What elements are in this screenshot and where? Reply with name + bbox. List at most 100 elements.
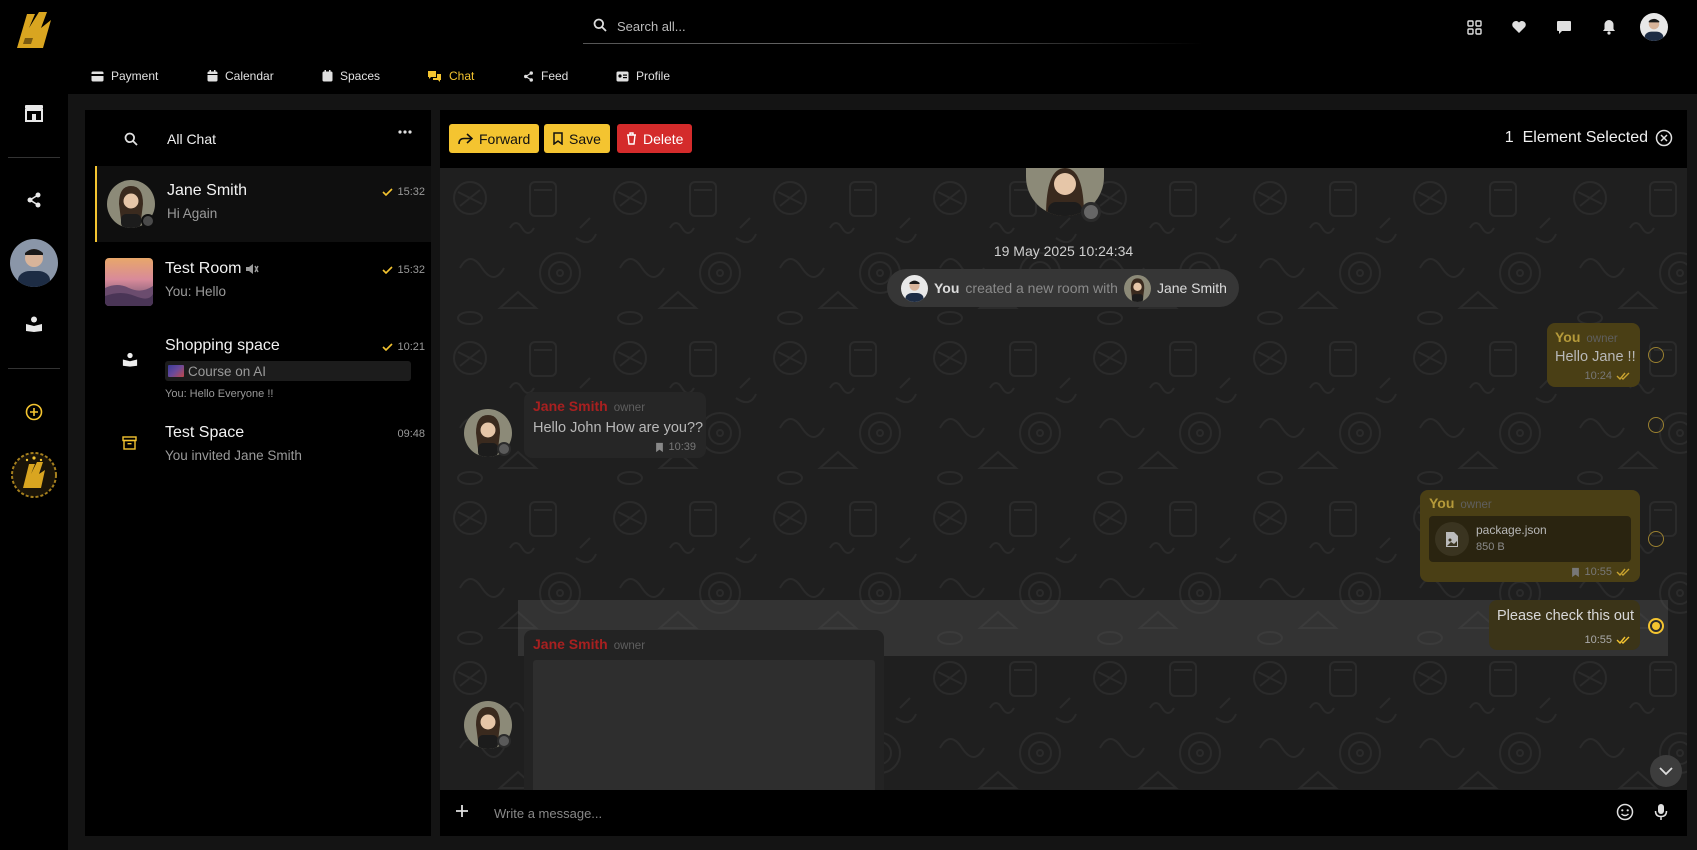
message-input[interactable] bbox=[494, 801, 1494, 825]
conversation-item-jane-smith[interactable]: Jane Smith Hi Again 15:32 bbox=[95, 166, 431, 242]
message-sender: You owner bbox=[1555, 329, 1618, 347]
message-area: 19 May 2025 10:24:34 You created a new r… bbox=[440, 168, 1687, 790]
rail-divider bbox=[8, 368, 60, 369]
read-check-icon bbox=[382, 188, 394, 196]
conversation-filter-title[interactable]: All Chat bbox=[167, 131, 216, 147]
forward-button[interactable]: Forward bbox=[449, 124, 540, 153]
file-attachment[interactable]: package.json 850 B bbox=[1429, 516, 1631, 562]
sender-name: Jane Smith bbox=[533, 636, 608, 652]
left-rail bbox=[0, 0, 68, 850]
tab-feed[interactable]: Feed bbox=[523, 64, 568, 88]
presence-dot bbox=[1081, 202, 1101, 222]
add-attachment-icon[interactable] bbox=[454, 803, 470, 819]
bookmark-icon bbox=[655, 442, 664, 453]
message-bubble-outgoing[interactable]: You owner Hello Jane !! 10:24 bbox=[1547, 323, 1640, 387]
chat-icon bbox=[427, 70, 442, 82]
store-icon[interactable] bbox=[22, 101, 46, 125]
forward-icon bbox=[458, 132, 473, 145]
credit-card-icon bbox=[91, 71, 104, 82]
calendar-icon bbox=[207, 70, 218, 82]
select-message-radio[interactable] bbox=[1648, 531, 1664, 547]
message-bubble-incoming[interactable]: Jane Smith owner Hello John How are you??… bbox=[524, 392, 706, 458]
message-meta: 10:55 bbox=[1584, 634, 1630, 646]
flag-icon bbox=[168, 365, 184, 377]
search-icon[interactable] bbox=[124, 132, 138, 146]
heart-icon[interactable] bbox=[1509, 17, 1529, 37]
conversation-name: Jane Smith bbox=[167, 182, 248, 199]
conversation-name: Test Room bbox=[165, 260, 260, 278]
delete-label: Delete bbox=[643, 130, 684, 147]
message-bubble-media[interactable]: Jane Smith owner bbox=[524, 630, 884, 790]
message-text: Hello John How are you?? bbox=[533, 420, 704, 436]
more-options-icon[interactable] bbox=[398, 130, 412, 134]
archive-icon bbox=[122, 436, 137, 450]
tab-chat[interactable]: Chat bbox=[403, 64, 499, 98]
conversation-time: 09:48 bbox=[397, 428, 425, 440]
selection-count: 1 Element Selected bbox=[1505, 129, 1648, 147]
conversation-time: 15:32 bbox=[382, 264, 425, 276]
message-composer bbox=[440, 790, 1687, 836]
space-tag-label: Course on AI bbox=[188, 363, 267, 379]
message-time: 10:39 bbox=[668, 441, 696, 453]
conversation-preview: You: Hello Everyone !! bbox=[165, 388, 274, 400]
emoji-icon[interactable] bbox=[1616, 803, 1634, 821]
bookmark-icon bbox=[553, 132, 563, 145]
message-bubble-selected[interactable]: Please check this out 10:55 bbox=[1489, 600, 1640, 650]
microphone-icon[interactable] bbox=[1654, 803, 1668, 821]
save-button[interactable]: Save bbox=[544, 124, 610, 153]
file-size: 850 B bbox=[1476, 541, 1505, 553]
message-bubble-file[interactable]: You owner package.json 850 B 10:55 bbox=[1420, 490, 1640, 582]
chat-bubble-icon[interactable] bbox=[1554, 17, 1574, 37]
select-message-radio-checked[interactable] bbox=[1648, 618, 1664, 634]
conversation-name-text: Test Room bbox=[165, 260, 242, 277]
media-placeholder[interactable] bbox=[533, 660, 875, 790]
selection-count-label: Element Selected bbox=[1522, 129, 1648, 146]
conversation-list-header: All Chat bbox=[85, 110, 431, 166]
tab-calendar[interactable]: Calendar bbox=[207, 64, 274, 88]
badge-logo[interactable] bbox=[9, 450, 59, 500]
room-avatar bbox=[105, 258, 153, 306]
message-meta: 10:55 bbox=[1571, 566, 1630, 578]
presence-dot bbox=[497, 734, 511, 748]
tab-spaces[interactable]: Spaces bbox=[322, 64, 380, 88]
time-label: 15:32 bbox=[397, 186, 425, 198]
user-avatar[interactable] bbox=[1640, 13, 1668, 41]
sender-role: owner bbox=[613, 640, 646, 652]
app-logo[interactable] bbox=[13, 8, 55, 52]
avatar[interactable] bbox=[10, 239, 58, 287]
tab-profile[interactable]: Profile bbox=[616, 64, 670, 88]
delete-button[interactable]: Delete bbox=[617, 124, 693, 153]
conversation-preview: You: Hello bbox=[165, 284, 227, 299]
conversation-preview: Hi Again bbox=[167, 206, 218, 221]
message-sender: Jane Smith owner bbox=[533, 398, 645, 416]
conversation-time: 15:32 bbox=[382, 186, 425, 198]
add-circle-icon[interactable] bbox=[22, 400, 46, 424]
search-input[interactable] bbox=[617, 14, 1177, 38]
book-reader-icon[interactable] bbox=[22, 312, 46, 336]
message-time: 10:24 bbox=[1584, 370, 1612, 382]
chat-pane: Forward Save Delete 1 Element Selected 1… bbox=[440, 110, 1687, 836]
conversation-item-test-space[interactable]: Test Space You invited Jane Smith 09:48 bbox=[95, 408, 431, 484]
selection-count-number: 1 bbox=[1504, 129, 1514, 146]
conversation-item-test-room[interactable]: Test Room You: Hello 15:32 bbox=[95, 244, 431, 320]
sender-role: owner bbox=[613, 402, 646, 414]
scroll-down-button[interactable] bbox=[1650, 755, 1682, 787]
sender-role: owner bbox=[1460, 499, 1492, 511]
presence-dot bbox=[141, 214, 155, 228]
system-message: You created a new room with Jane Smith bbox=[887, 269, 1239, 307]
system-text: created a new room with bbox=[965, 280, 1118, 296]
tab-payment[interactable]: Payment bbox=[91, 64, 158, 88]
message-meta: 10:39 bbox=[655, 441, 696, 453]
tab-label: Profile bbox=[636, 69, 671, 83]
book-reader-icon bbox=[122, 352, 138, 367]
share-icon[interactable] bbox=[22, 188, 46, 212]
select-message-radio[interactable] bbox=[1648, 417, 1664, 433]
select-message-radio[interactable] bbox=[1648, 347, 1664, 363]
global-search[interactable] bbox=[583, 8, 1203, 44]
conversation-item-shopping-space[interactable]: Shopping space Course on AI You: Hello E… bbox=[95, 322, 431, 412]
tab-label: Payment bbox=[111, 69, 159, 83]
apps-icon[interactable] bbox=[1464, 17, 1484, 37]
search-underline bbox=[583, 43, 1203, 44]
bell-icon[interactable] bbox=[1599, 17, 1619, 37]
clear-selection-icon[interactable] bbox=[1655, 129, 1673, 147]
